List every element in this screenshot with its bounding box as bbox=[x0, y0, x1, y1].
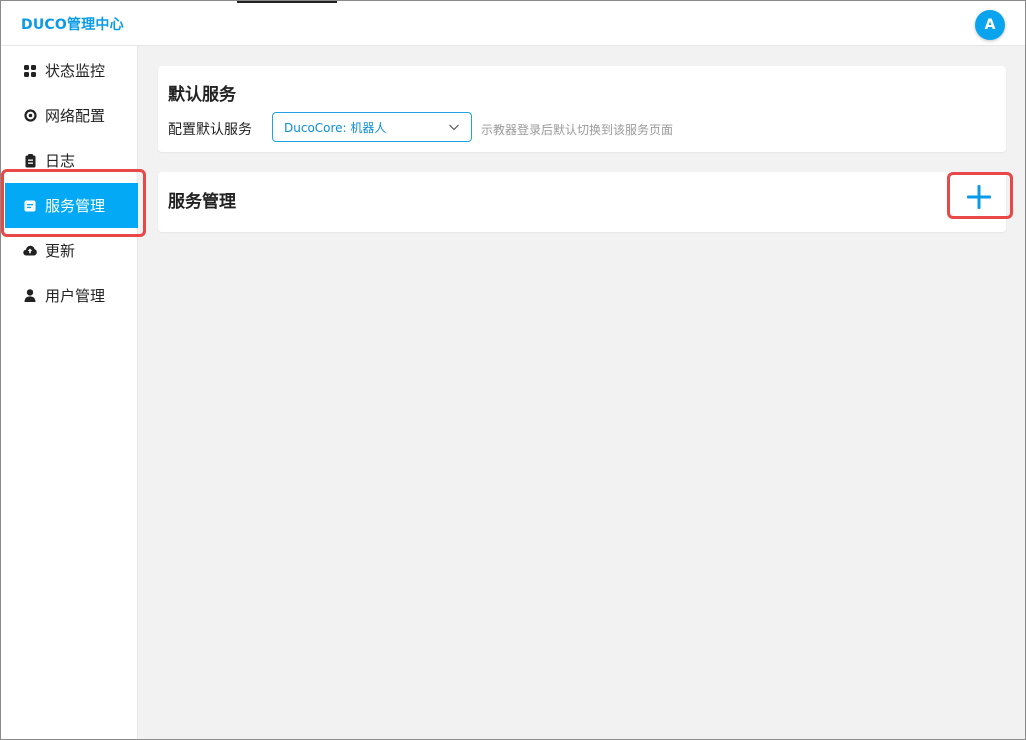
dashboard-icon bbox=[23, 64, 37, 78]
sidebar-item-users[interactable]: 用户管理 bbox=[5, 273, 138, 318]
target-icon bbox=[23, 109, 37, 123]
sidebar-item-label: 服务管理 bbox=[45, 197, 106, 215]
select-value: DucoCore: 机器人 bbox=[284, 120, 387, 135]
service-management-card: 服务管理 bbox=[158, 172, 1006, 232]
clipboard-icon bbox=[23, 153, 37, 168]
sidebar-item-label: 更新 bbox=[45, 242, 76, 260]
sidebar-item-label: 状态监控 bbox=[45, 62, 106, 80]
chevron-down-icon bbox=[448, 121, 460, 133]
sidebar-item-services[interactable]: 服务管理 bbox=[5, 183, 138, 228]
default-service-label: 配置默认服务 bbox=[168, 122, 252, 138]
plus-icon bbox=[967, 184, 991, 209]
cloud-icon bbox=[23, 244, 37, 258]
default-service-select[interactable]: DucoCore: 机器人 bbox=[272, 112, 472, 142]
card-title: 默认服务 bbox=[168, 85, 236, 105]
default-service-card: 默认服务 配置默认服务 DucoCore: 机器人 示教器登录后默认切换到该服务… bbox=[158, 66, 1006, 152]
user-avatar[interactable]: A bbox=[975, 10, 1005, 40]
sidebar-item-logs[interactable]: 日志 bbox=[5, 138, 138, 183]
user-icon bbox=[23, 289, 37, 303]
default-service-hint: 示教器登录后默认切换到该服务页面 bbox=[481, 123, 674, 137]
app-window: DUCO管理中心 A 状态监控 网络配置 日志 服务管理 更新 用户管理 默认服… bbox=[0, 0, 1026, 740]
sidebar-item-status[interactable]: 状态监控 bbox=[5, 48, 138, 93]
sidebar: 状态监控 网络配置 日志 服务管理 更新 用户管理 bbox=[1, 46, 138, 739]
sidebar-item-label: 网络配置 bbox=[45, 107, 106, 125]
top-header: DUCO管理中心 A bbox=[1, 1, 1025, 46]
add-service-button[interactable] bbox=[949, 175, 1009, 218]
sidebar-item-label: 用户管理 bbox=[45, 287, 106, 305]
sidebar-item-network[interactable]: 网络配置 bbox=[5, 93, 138, 138]
brand-title: DUCO管理中心 bbox=[21, 17, 124, 33]
service-icon bbox=[23, 199, 37, 213]
sidebar-item-update[interactable]: 更新 bbox=[5, 228, 138, 273]
top-indicator bbox=[237, 1, 337, 3]
sidebar-item-label: 日志 bbox=[45, 152, 76, 170]
card-title: 服务管理 bbox=[168, 192, 236, 212]
